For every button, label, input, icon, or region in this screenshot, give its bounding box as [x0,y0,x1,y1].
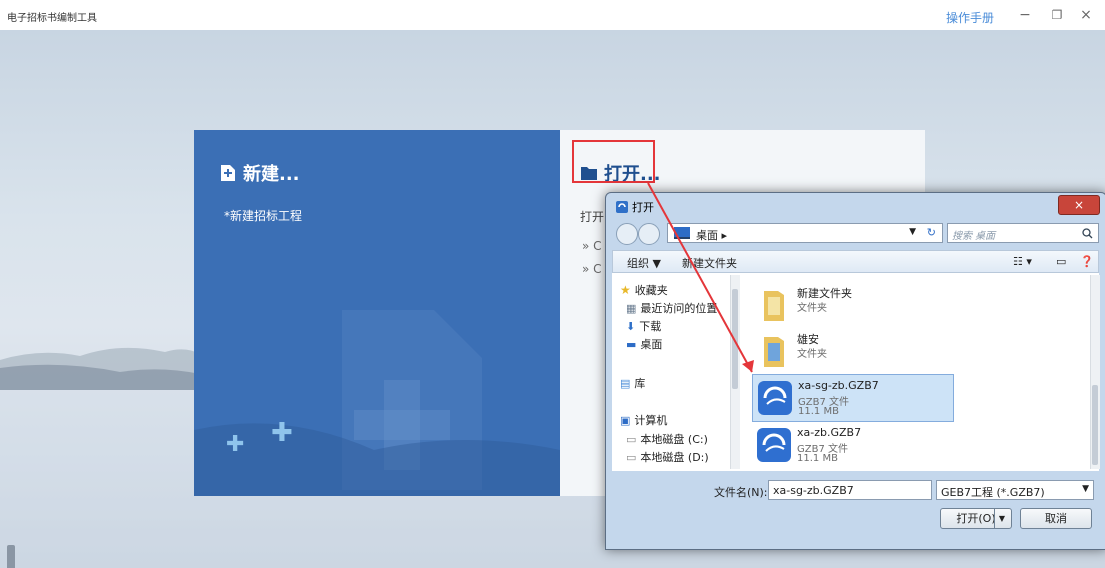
help-icon[interactable]: ❓ [1080,255,1094,268]
tree-item-computer[interactable]: ▣ 计算机 [620,412,667,428]
preview-pane-icon[interactable]: ▭ [1056,255,1066,268]
tree-label: 桌面 [640,338,663,351]
open-description: 打开 [580,210,605,224]
plus-icon: ✚ [271,418,293,448]
tree-item-disk-c[interactable]: ▭ 本地磁盘 (C:) [626,431,708,447]
file-list: 新建文件夹 文件夹 雄安 文件夹 xa-sg-zb.GZB7 GZB7 文件 1… [740,273,1099,471]
file-item[interactable]: xa-zb.GZB7 GZB7 文件 11.1 MB [752,422,954,470]
file-list-scrollbar[interactable] [1090,275,1100,469]
manual-link[interactable]: 操作手册 [946,9,994,26]
split-chevron-icon[interactable]: ▼ [994,509,1009,528]
desktop-icon: ▬ [626,337,637,351]
file-name: xa-zb.GZB7 [797,426,862,439]
file-item-folder[interactable]: 雄安 文件夹 [752,327,954,375]
tree-label: 本地磁盘 (D:) [640,451,709,464]
cancel-button[interactable]: 取消 [1020,508,1092,529]
file-item-selected[interactable]: xa-sg-zb.GZB7 GZB7 文件 11.1 MB [752,374,954,422]
tree-scrollbar[interactable] [730,275,740,469]
open-button[interactable]: 打开(O) ▼ [940,508,1012,529]
scroll-thumb[interactable] [732,289,738,389]
tree-item-libraries[interactable]: ▤ 库 [620,375,645,391]
plus-icon: ✚ [226,432,245,457]
tree-label: 最近访问的位置 [640,302,718,315]
recent-item[interactable]: » C [582,262,602,276]
chevron-down-icon[interactable]: ▼ [909,227,916,237]
navigation-tree: ★ 收藏夹 ▦ 最近访问的位置 ⬇ 下载 ▬ 桌面 ▤ 库 ▣ 计算机 ▭ 本地… [612,273,741,471]
new-folder-button[interactable]: 新建文件夹 [682,255,737,271]
filename-value[interactable]: xa-sg-zb.GZB7 [773,484,854,497]
new-file-icon [221,165,235,181]
gzb7-file-icon [758,381,792,415]
new-panel: 新建... *新建招标工程 ✚ ✚ [194,130,560,496]
search-box[interactable]: 搜索 桌面 [947,223,1099,243]
tree-item-recent[interactable]: ▦ 最近访问的位置 [626,300,717,316]
tree-item-disk-d[interactable]: ▭ 本地磁盘 (D:) [626,449,709,465]
new-title-text: 新建... [243,164,300,185]
file-size: 11.1 MB [797,453,838,464]
folder-icon [764,291,784,321]
dialog-toolbar: 组织 ▼ 新建文件夹 ☷ ▾ ▭ ❓ [612,250,1099,273]
filename-label: 文件名(N): [714,486,768,499]
new-project-link[interactable]: *新建招标工程 [224,207,302,224]
tree-label: 收藏夹 [634,284,668,297]
filetype-value[interactable]: GEB7工程 (*.GZB7) [941,484,1045,500]
close-button[interactable]: × [1074,4,1098,26]
recent-places-icon: ▦ [626,301,637,315]
tree-item-favorites[interactable]: ★ 收藏夹 [620,282,668,298]
download-icon: ⬇ [626,319,636,333]
address-breadcrumb[interactable]: 桌面 ▸ [696,227,727,243]
open-button-label: 打开(O) [956,512,996,525]
recent-item[interactable]: » C [582,239,602,253]
filetype-select[interactable]: GEB7工程 (*.GZB7) ▼ [936,480,1094,500]
tree-label: 计算机 [634,414,668,427]
sidebar-handle[interactable] [7,545,15,568]
file-type: 文件夹 [797,349,827,360]
file-item-folder[interactable]: 新建文件夹 文件夹 [752,281,954,329]
scroll-thumb[interactable] [1092,385,1098,465]
highlight-box [572,140,655,183]
search-placeholder: 搜索 桌面 [952,231,996,242]
address-bar[interactable]: 桌面 ▸ ▼ ↻ [667,223,943,243]
title-bar: 电子招标书编制工具 操作手册 − ❐ × [0,0,1105,30]
open-file-dialog: 打开 × 桌面 ▸ ▼ ↻ 搜索 桌面 组织 ▼ 新建文件夹 ☷ ▾ ▭ ❓ ★… [605,192,1105,550]
restore-button[interactable]: ❐ [1045,4,1069,26]
folder-icon [764,337,784,367]
back-button[interactable] [616,223,638,245]
desktop-icon [674,227,690,239]
cancel-button-label: 取消 [1045,512,1067,525]
forward-button[interactable] [638,223,660,245]
tree-item-desktop[interactable]: ▬ 桌面 [626,336,662,352]
filename-input[interactable]: xa-sg-zb.GZB7 ▼ [768,480,951,500]
tree-item-downloads[interactable]: ⬇ 下载 [626,318,661,334]
organize-menu[interactable]: 组织 ▼ [627,255,661,271]
gzb7-file-icon [757,428,791,462]
library-icon: ▤ [620,376,631,390]
dialog-title: 打开 [616,199,654,215]
new-title: 新建... [219,160,300,186]
file-type: 文件夹 [797,303,827,314]
star-icon: ★ [620,283,631,297]
tree-label: 本地磁盘 (C:) [640,433,708,446]
dialog-close-button[interactable]: × [1058,195,1100,215]
minimize-button[interactable]: − [1013,4,1037,26]
chevron-down-icon[interactable]: ▼ [1082,484,1089,494]
dialog-title-text: 打开 [632,201,654,214]
refresh-icon[interactable]: ↻ [927,226,936,239]
drive-icon: ▭ [626,432,637,446]
computer-icon: ▣ [620,413,631,427]
file-name: xa-sg-zb.GZB7 [798,379,879,392]
search-icon [1082,228,1093,239]
file-size: 11.1 MB [798,406,839,417]
app-icon [616,201,628,213]
tree-label: 库 [634,377,646,390]
view-options-icon[interactable]: ☷ ▾ [1013,255,1032,268]
app-title: 电子招标书编制工具 [7,13,97,24]
tree-label: 下载 [639,320,662,333]
drive-icon: ▭ [626,450,637,464]
